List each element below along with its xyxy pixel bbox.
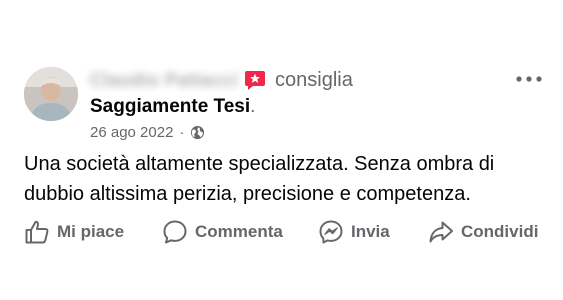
like-label: Mi piace: [57, 222, 125, 241]
author-line: Claudio Pattacci consiglia: [90, 66, 353, 94]
share-arrow-icon: [429, 221, 453, 243]
recommend-star-icon: [244, 69, 266, 91]
send-label: Invia: [351, 222, 390, 241]
avatar[interactable]: [24, 67, 78, 121]
post-text-line: Una società altamente specializzata. Sen…: [24, 153, 495, 175]
share-button[interactable]: Condividi: [428, 214, 538, 250]
like-button[interactable]: Mi piace: [24, 214, 124, 250]
post-meta: 26 ago 2022 ·: [90, 121, 205, 143]
review-post: Claudio Pattacci consiglia Saggiamente T…: [0, 0, 563, 300]
action-bar: Mi piace Commenta Invia Condividi: [0, 214, 563, 250]
share-label: Condividi: [461, 222, 539, 241]
send-button[interactable]: Invia: [318, 214, 390, 250]
comment-label: Commenta: [195, 222, 283, 241]
recommended-page: Saggiamente Tesi .: [90, 94, 255, 120]
thumbs-up-icon: [25, 220, 49, 244]
messenger-icon: [319, 220, 343, 244]
comment-button[interactable]: Commenta: [162, 214, 283, 250]
page-name-link[interactable]: Saggiamente Tesi: [90, 96, 250, 118]
post-date[interactable]: 26 ago 2022: [90, 124, 173, 141]
page-name-suffix: .: [250, 96, 256, 117]
author-name[interactable]: Claudio Pattacci: [90, 70, 238, 91]
comment-bubble-icon: [163, 220, 187, 244]
post-text-line: dubbio altissima perizia, precisione e c…: [24, 183, 471, 205]
globe-icon[interactable]: [190, 125, 205, 140]
action-text: consiglia: [275, 68, 353, 91]
meta-separator: ·: [179, 123, 185, 141]
more-options-icon[interactable]: [515, 72, 543, 84]
post-text: Una società altamente specializzata. Sen…: [24, 149, 544, 209]
